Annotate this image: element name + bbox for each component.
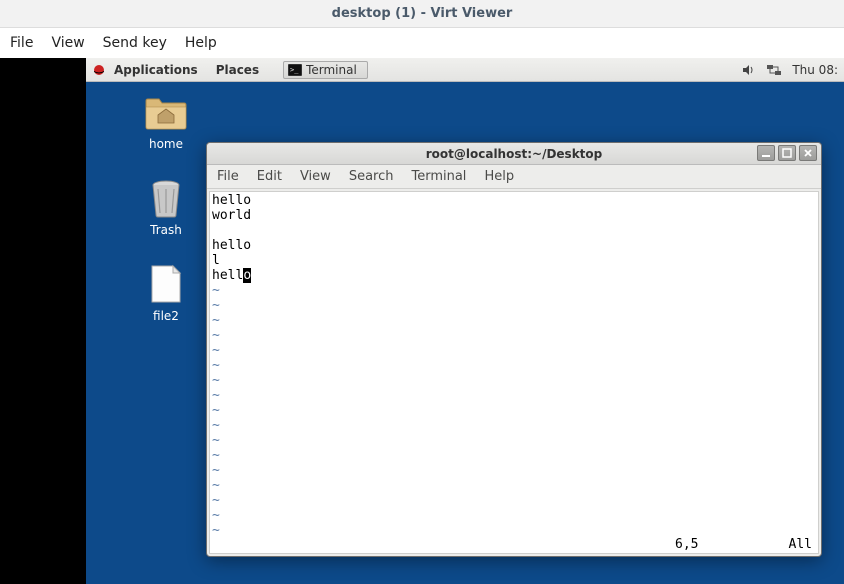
terminal-menu-help[interactable]: Help — [484, 169, 514, 184]
folder-home-icon — [144, 93, 188, 131]
network-icon[interactable] — [766, 63, 782, 77]
gnome-clock[interactable]: Thu 08: — [792, 63, 838, 77]
window-close-button[interactable] — [799, 145, 817, 161]
editor-tilde: ~ — [212, 523, 816, 538]
viewer-area: Applications Places >_ Terminal Thu 08: — [0, 58, 844, 584]
trash-icon — [146, 177, 186, 219]
desktop-icon-file2-label: file2 — [126, 309, 206, 323]
editor-tilde: ~ — [212, 478, 816, 493]
window-minimize-button[interactable] — [757, 145, 775, 161]
terminal-title: root@localhost:~/Desktop — [426, 147, 603, 161]
virt-viewer-menubar: File View Send key Help — [0, 28, 844, 58]
taskbar-button-terminal-label: Terminal — [306, 63, 357, 77]
editor-tilde: ~ — [212, 433, 816, 448]
virt-viewer-title: desktop (1) - Virt Viewer — [332, 6, 513, 21]
terminal-menu-terminal[interactable]: Terminal — [411, 169, 466, 184]
terminal-body[interactable]: hello world hello l hello ~ ~ ~ ~ ~ ~ ~ … — [209, 191, 819, 554]
virt-viewer-titlebar: desktop (1) - Virt Viewer — [0, 0, 844, 28]
editor-tilde: ~ — [212, 283, 816, 298]
terminal-menu-view[interactable]: View — [300, 169, 331, 184]
editor-tilde: ~ — [212, 313, 816, 328]
terminal-titlebar[interactable]: root@localhost:~/Desktop — [207, 143, 821, 165]
editor-line: hello — [212, 268, 816, 283]
maximize-icon — [782, 148, 792, 158]
terminal-menu-edit[interactable]: Edit — [257, 169, 282, 184]
svg-text:>_: >_ — [290, 66, 299, 74]
virt-menu-sendkey[interactable]: Send key — [103, 35, 167, 51]
editor-line: l — [212, 253, 816, 268]
terminal-menu-search[interactable]: Search — [349, 169, 394, 184]
editor-tilde: ~ — [212, 373, 816, 388]
terminal-menubar: File Edit View Search Terminal Help — [207, 165, 821, 189]
editor-tilde: ~ — [212, 418, 816, 433]
desktop-icon-home[interactable]: home — [126, 93, 206, 151]
editor-tilde: ~ — [212, 358, 816, 373]
editor-tilde: ~ — [212, 508, 816, 523]
taskbar-button-terminal[interactable]: >_ Terminal — [283, 61, 368, 79]
editor-statusbar: 6,5 All — [212, 537, 816, 552]
gnome-menu-applications[interactable]: Applications — [114, 63, 198, 77]
editor-position: 6,5 — [675, 537, 698, 552]
minimize-icon — [761, 148, 771, 158]
virt-menu-file[interactable]: File — [10, 35, 33, 51]
file-icon — [149, 264, 183, 304]
terminal-icon: >_ — [288, 64, 302, 76]
virt-menu-view[interactable]: View — [51, 35, 84, 51]
window-maximize-button[interactable] — [778, 145, 796, 161]
sound-icon[interactable] — [742, 63, 756, 77]
gnome-desktop[interactable]: Applications Places >_ Terminal Thu 08: — [86, 58, 844, 584]
redhat-icon — [92, 63, 106, 77]
editor-tilde: ~ — [212, 493, 816, 508]
close-icon — [803, 148, 813, 158]
editor-tilde: ~ — [212, 328, 816, 343]
editor-line: world — [212, 208, 816, 223]
terminal-window: root@localhost:~/Desktop File Edit View — [206, 142, 822, 557]
terminal-menu-file[interactable]: File — [217, 169, 239, 184]
editor-cursor: o — [243, 268, 251, 283]
editor-tilde: ~ — [212, 388, 816, 403]
desktop-icon-trash[interactable]: Trash — [126, 179, 206, 237]
editor-tilde: ~ — [212, 298, 816, 313]
editor-tilde: ~ — [212, 403, 816, 418]
editor-tilde: ~ — [212, 463, 816, 478]
editor-tilde: ~ — [212, 448, 816, 463]
gnome-menu-places[interactable]: Places — [216, 63, 259, 77]
desktop-icon-home-label: home — [126, 137, 206, 151]
desktop-icon-file2[interactable]: file2 — [126, 265, 206, 323]
editor-line: hello — [212, 193, 816, 208]
editor-line: hello — [212, 238, 816, 253]
editor-all: All — [789, 537, 812, 552]
editor-line — [212, 223, 816, 238]
gnome-topbar: Applications Places >_ Terminal Thu 08: — [86, 58, 844, 82]
virt-menu-help[interactable]: Help — [185, 35, 217, 51]
desktop-icon-trash-label: Trash — [126, 223, 206, 237]
desktop-icons: home Trash — [126, 93, 206, 323]
editor-tilde: ~ — [212, 343, 816, 358]
